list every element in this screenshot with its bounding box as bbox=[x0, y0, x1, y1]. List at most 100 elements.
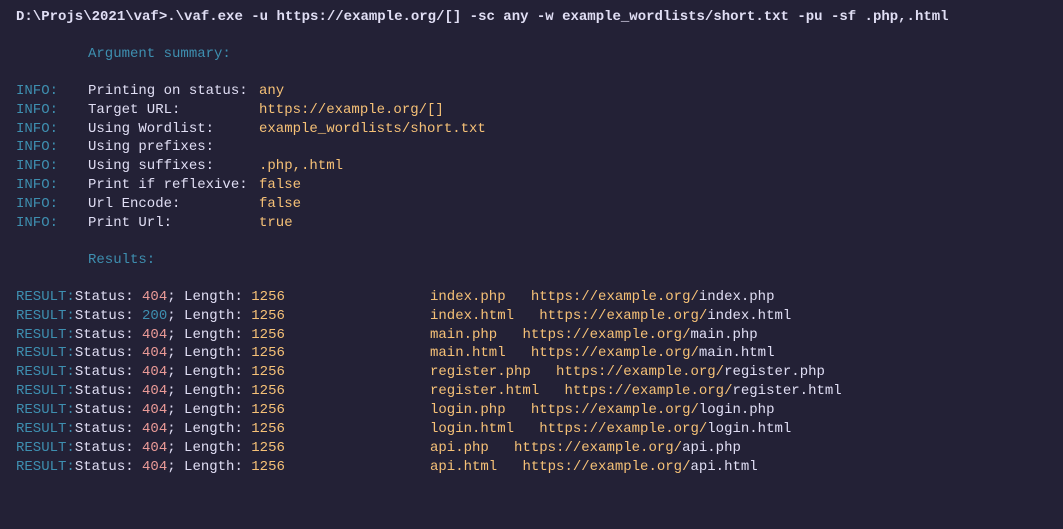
info-value: true bbox=[259, 214, 293, 233]
result-line: RESULT:Status: 404; Length: 1256api.php … bbox=[16, 439, 1047, 458]
result-label: RESULT: bbox=[16, 383, 75, 399]
result-url-base: https://example.org/ bbox=[514, 439, 682, 458]
result-separator bbox=[506, 288, 531, 307]
argument-summary-header: Argument summary: bbox=[88, 45, 1047, 64]
result-status-code: 404 bbox=[142, 289, 167, 305]
result-length-value: 1256 bbox=[251, 440, 285, 456]
result-line: RESULT:Status: 404; Length: 1256register… bbox=[16, 382, 1047, 401]
info-line: INFO:Using prefixes: bbox=[16, 138, 1047, 157]
result-url-base: https://example.org/ bbox=[531, 401, 699, 420]
info-value: example_wordlists/short.txt bbox=[259, 120, 486, 139]
result-length-value: 1256 bbox=[251, 383, 285, 399]
result-label: RESULT: bbox=[16, 327, 75, 343]
result-url-base: https://example.org/ bbox=[531, 344, 699, 363]
info-line: INFO:Using Wordlist:example_wordlists/sh… bbox=[16, 120, 1047, 139]
result-label: RESULT: bbox=[16, 289, 75, 305]
result-separator bbox=[489, 439, 514, 458]
result-word: index.html bbox=[430, 307, 514, 326]
result-left-column: RESULT:Status: 404; Length: 1256 bbox=[16, 458, 430, 477]
info-line: INFO:Print if reflexive:false bbox=[16, 176, 1047, 195]
result-status-code: 404 bbox=[142, 402, 167, 418]
info-key: Using suffixes: bbox=[88, 157, 259, 176]
result-separator bbox=[514, 420, 539, 439]
result-status-code: 404 bbox=[142, 327, 167, 343]
result-word: index.php bbox=[430, 288, 506, 307]
result-line: RESULT:Status: 404; Length: 1256main.php… bbox=[16, 326, 1047, 345]
info-value: .php,.html bbox=[259, 157, 343, 176]
result-status-code: 404 bbox=[142, 345, 167, 361]
info-label: INFO: bbox=[16, 176, 88, 195]
result-url-path: api.html bbox=[690, 458, 757, 477]
result-separator bbox=[514, 307, 539, 326]
result-separator bbox=[531, 363, 556, 382]
result-url-path: index.php bbox=[699, 288, 775, 307]
result-status-prefix: Status: bbox=[75, 345, 142, 361]
info-block: INFO:Printing on status:anyINFO:Target U… bbox=[16, 82, 1047, 233]
result-length-value: 1256 bbox=[251, 289, 285, 305]
info-key: Target URL: bbox=[88, 101, 259, 120]
result-length-prefix: ; Length: bbox=[167, 459, 251, 475]
result-line: RESULT:Status: 404; Length: 1256login.ht… bbox=[16, 420, 1047, 439]
result-status-code: 404 bbox=[142, 383, 167, 399]
result-status-prefix: Status: bbox=[75, 327, 142, 343]
prompt-command: .\vaf.exe -u https://example.org/[] -sc … bbox=[167, 9, 948, 25]
info-line: INFO:Using suffixes:.php,.html bbox=[16, 157, 1047, 176]
result-length-value: 1256 bbox=[251, 308, 285, 324]
result-url-base: https://example.org/ bbox=[564, 382, 732, 401]
result-status-prefix: Status: bbox=[75, 421, 142, 437]
info-key: Using Wordlist: bbox=[88, 120, 259, 139]
result-length-prefix: ; Length: bbox=[167, 308, 251, 324]
result-word: main.php bbox=[430, 326, 497, 345]
result-status-code: 200 bbox=[142, 308, 167, 324]
result-length-prefix: ; Length: bbox=[167, 440, 251, 456]
info-key: Print Url: bbox=[88, 214, 259, 233]
info-value: any bbox=[259, 82, 284, 101]
result-url-base: https://example.org/ bbox=[539, 420, 707, 439]
result-left-column: RESULT:Status: 404; Length: 1256 bbox=[16, 363, 430, 382]
result-url-path: login.php bbox=[699, 401, 775, 420]
result-word: api.php bbox=[430, 439, 489, 458]
info-key: Url Encode: bbox=[88, 195, 259, 214]
result-url-path: api.php bbox=[682, 439, 741, 458]
result-label: RESULT: bbox=[16, 440, 75, 456]
info-label: INFO: bbox=[16, 138, 88, 157]
result-left-column: RESULT:Status: 404; Length: 1256 bbox=[16, 439, 430, 458]
result-status-prefix: Status: bbox=[75, 459, 142, 475]
result-word: login.html bbox=[430, 420, 514, 439]
result-word: login.php bbox=[430, 401, 506, 420]
result-length-value: 1256 bbox=[251, 345, 285, 361]
result-separator bbox=[539, 382, 564, 401]
info-label: INFO: bbox=[16, 157, 88, 176]
results-block: RESULT:Status: 404; Length: 1256index.ph… bbox=[16, 288, 1047, 477]
result-status-prefix: Status: bbox=[75, 440, 142, 456]
info-label: INFO: bbox=[16, 120, 88, 139]
result-label: RESULT: bbox=[16, 364, 75, 380]
result-line: RESULT:Status: 404; Length: 1256login.ph… bbox=[16, 401, 1047, 420]
result-length-value: 1256 bbox=[251, 402, 285, 418]
result-separator bbox=[497, 326, 522, 345]
result-url-path: login.html bbox=[707, 420, 791, 439]
result-status-prefix: Status: bbox=[75, 383, 142, 399]
result-status-code: 404 bbox=[142, 459, 167, 475]
results-header: Results: bbox=[88, 251, 1047, 270]
result-url-base: https://example.org/ bbox=[539, 307, 707, 326]
result-label: RESULT: bbox=[16, 345, 75, 361]
result-length-prefix: ; Length: bbox=[167, 364, 251, 380]
result-length-prefix: ; Length: bbox=[167, 402, 251, 418]
result-url-path: main.php bbox=[690, 326, 757, 345]
result-left-column: RESULT:Status: 404; Length: 1256 bbox=[16, 420, 430, 439]
result-length-value: 1256 bbox=[251, 421, 285, 437]
result-status-code: 404 bbox=[142, 440, 167, 456]
result-url-path: register.html bbox=[732, 382, 841, 401]
result-status-prefix: Status: bbox=[75, 402, 142, 418]
result-url-path: index.html bbox=[707, 307, 791, 326]
result-line: RESULT:Status: 404; Length: 1256 register… bbox=[16, 363, 1047, 382]
result-url-path: register.php bbox=[724, 363, 825, 382]
result-left-column: RESULT:Status: 404; Length: 1256 bbox=[16, 344, 430, 363]
result-left-column: RESULT:Status: 404; Length: 1256 bbox=[16, 288, 430, 307]
result-length-value: 1256 bbox=[251, 459, 285, 475]
command-prompt-line: D:\Projs\2021\vaf>.\vaf.exe -u https://e… bbox=[16, 8, 1047, 27]
result-left-column: RESULT:Status: 200; Length: 1256 bbox=[16, 307, 430, 326]
result-length-prefix: ; Length: bbox=[167, 327, 251, 343]
result-separator bbox=[506, 401, 531, 420]
